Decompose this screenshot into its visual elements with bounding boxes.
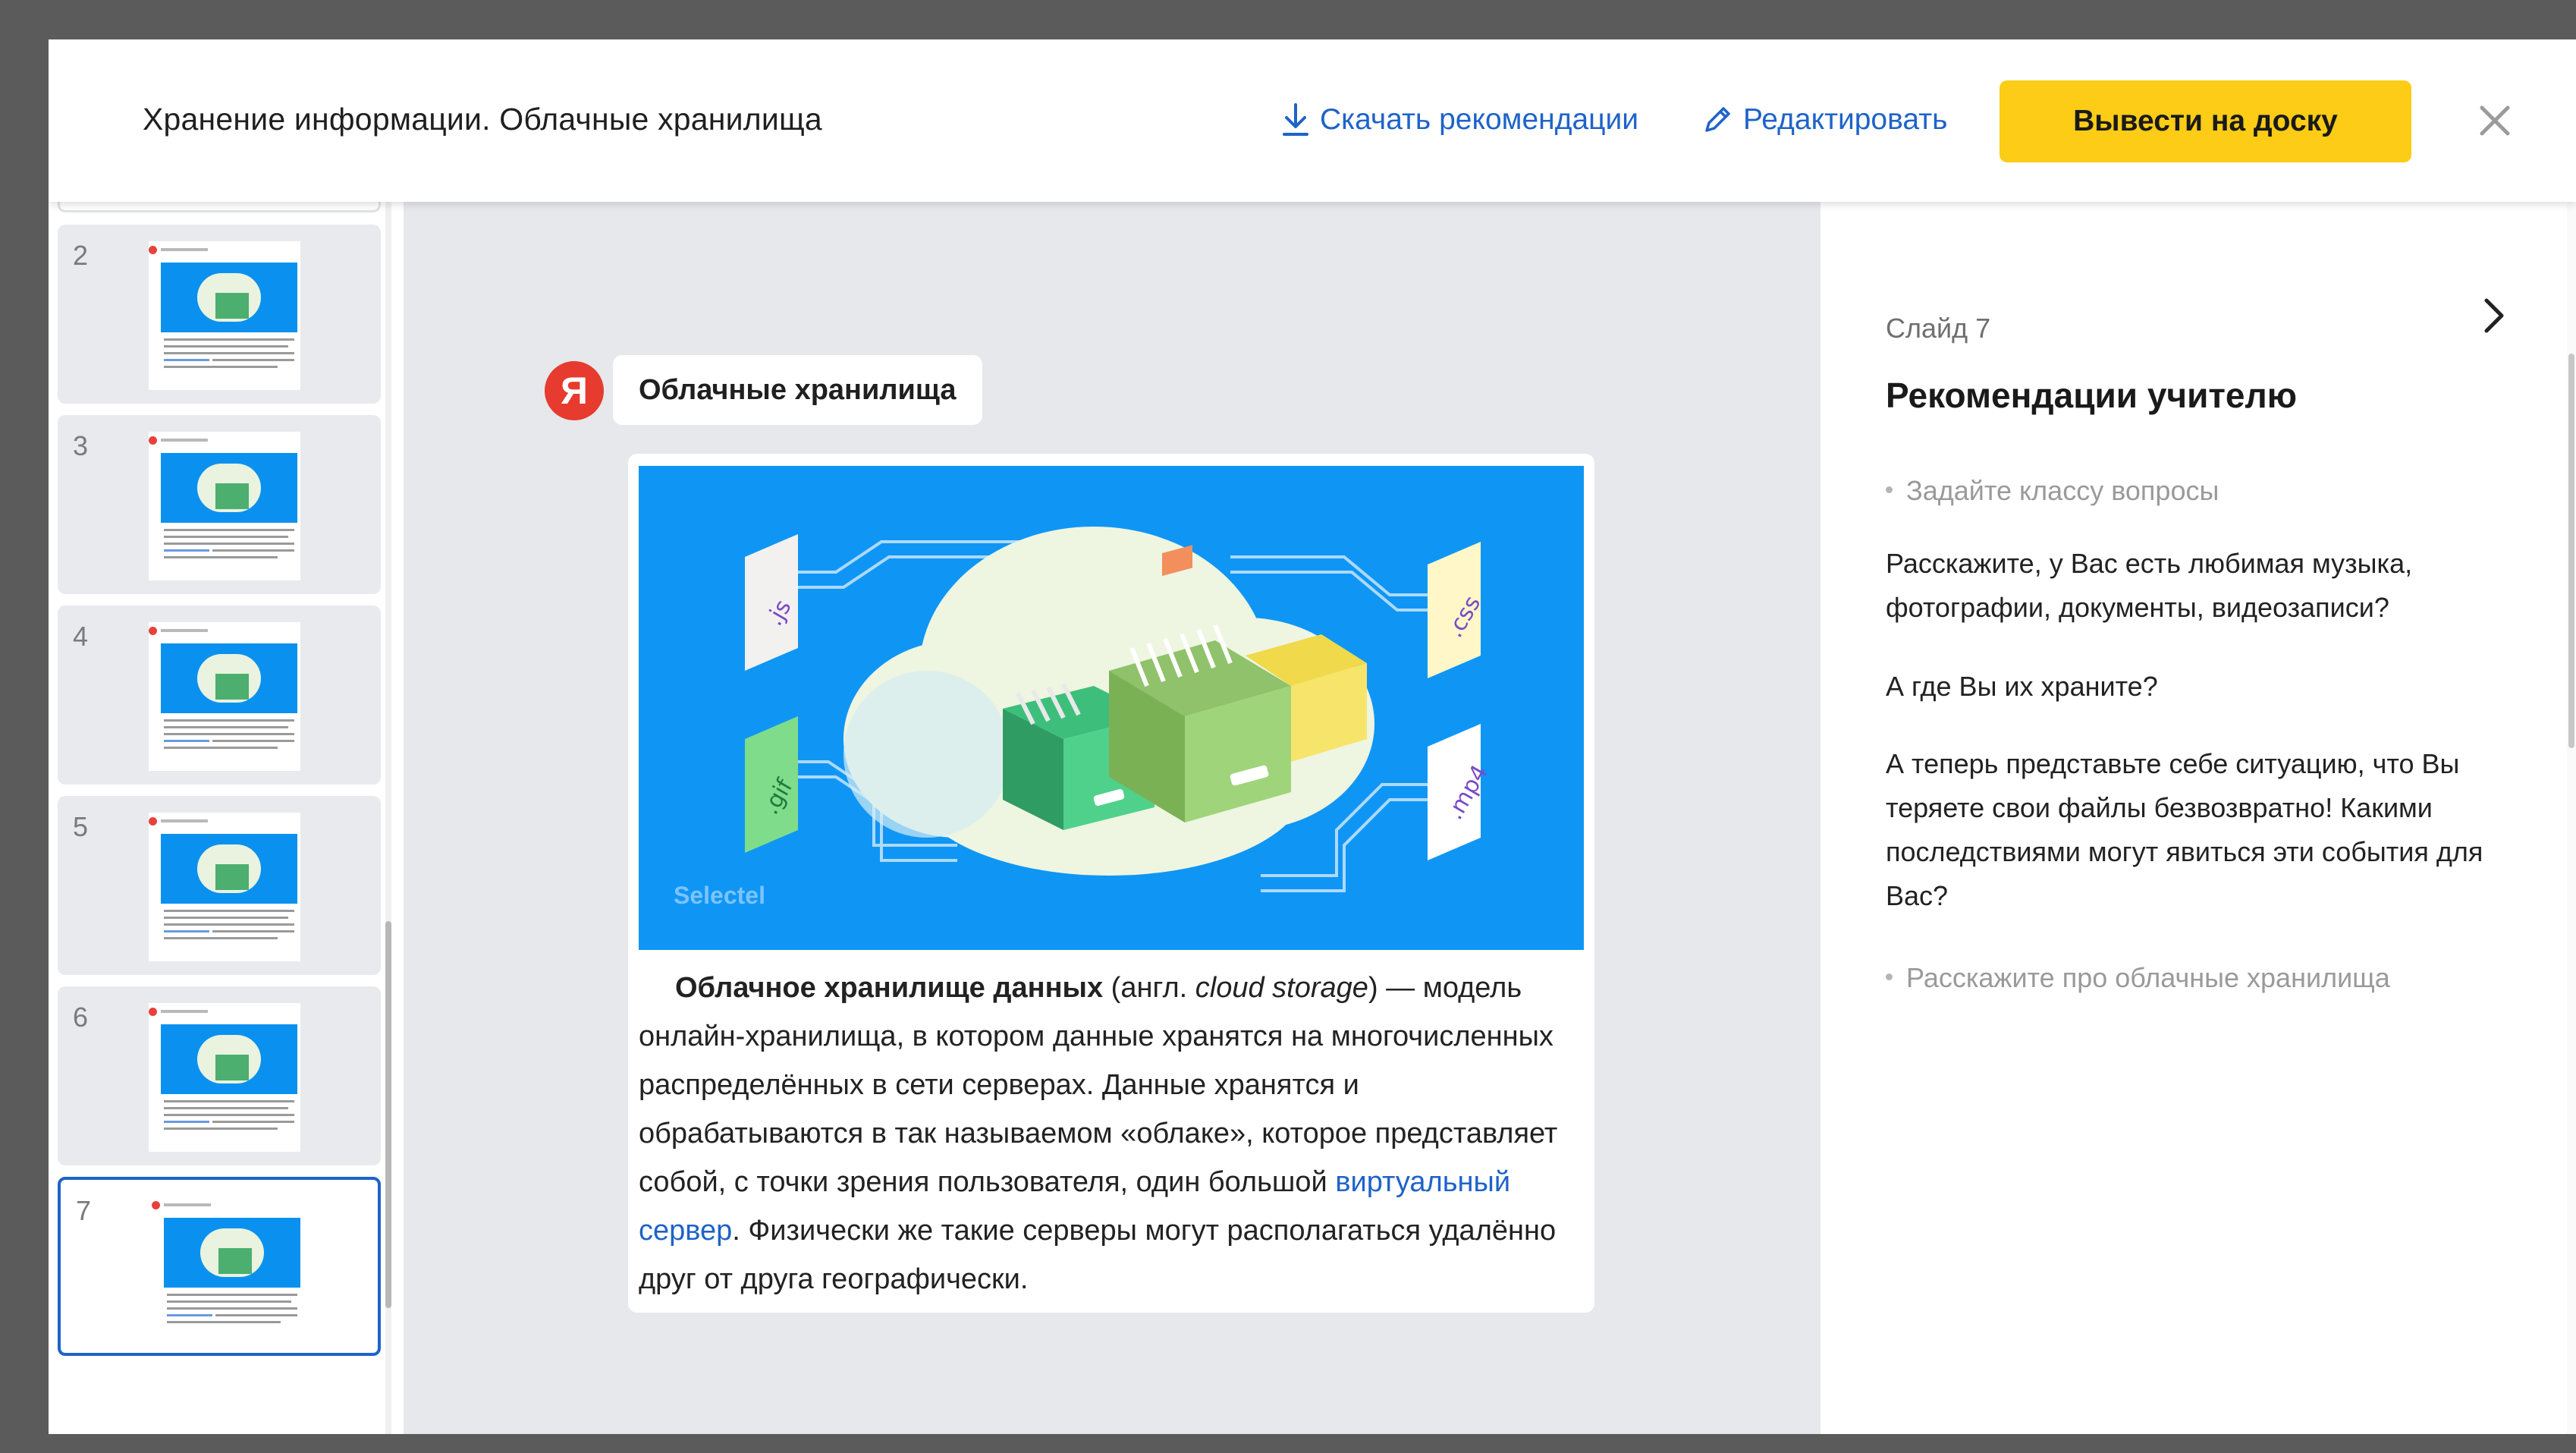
lesson-title: Хранение информации. Облачные хранилища [143, 102, 822, 137]
thumbnail-preview [152, 1197, 303, 1345]
slide-card: .js .gif .css .mp4 Selectel Облачное хра… [628, 454, 1594, 1313]
recommendation-paragraph: А теперь представьте себе ситуацию, что … [1886, 748, 2483, 911]
download-label: Скачать рекомендации [1320, 103, 1639, 136]
download-icon [1283, 103, 1308, 136]
close-icon[interactable] [2473, 99, 2517, 143]
slide-view: Я Облачные хранилища .js .gif .css .mp4 … [404, 202, 1820, 1434]
recommendations-panel: Слайд 7 Рекомендации учителю Задайте кла… [1820, 202, 2576, 1434]
show-on-board-button[interactable]: Вывести на доску [2000, 80, 2411, 162]
thumbnail-preview [149, 241, 300, 390]
thumbnail-number: 6 [73, 1002, 89, 1033]
thumbnails-scrollbar[interactable] [385, 202, 391, 1434]
thumbnail-number: 5 [73, 811, 89, 842]
slide-thumbnail[interactable]: 5 [58, 796, 381, 975]
thumbnail-number: 4 [73, 621, 89, 652]
thumbnail-number: 2 [73, 240, 89, 271]
slide-thumbnail[interactable]: 4 [58, 605, 381, 785]
chevron-right-icon[interactable] [2479, 293, 2509, 338]
recommendation-bullet: Задайте классу вопросы [1886, 475, 2219, 507]
slide-thumbnail-active[interactable]: 7 [58, 1177, 381, 1356]
recommendations-scrollbar[interactable] [2567, 202, 2576, 1434]
modal-header: Хранение информации. Облачные хранилища … [49, 39, 2576, 202]
yandex-logo: Я [545, 361, 604, 420]
recommendations-title: Рекомендации учителю [1886, 376, 2298, 415]
edit-label: Редактировать [1743, 103, 1948, 136]
scrollbar-thumb[interactable] [2568, 354, 2574, 748]
thumbnail-preview [149, 1003, 300, 1152]
download-recommendations-link[interactable]: Скачать рекомендации [1282, 103, 1638, 137]
slide-thumbnails-panel: 2 3 4 5 6 7 [49, 202, 391, 1434]
slide-body-text: Облачное хранилище данных (англ. cloud s… [639, 964, 1584, 1304]
edit-link[interactable]: Редактировать [1702, 103, 1947, 137]
thumbnail-preview [149, 432, 300, 580]
recommendation-paragraph: А где Вы их храните? [1886, 671, 2158, 702]
slide-thumbnail[interactable]: 3 [58, 415, 381, 594]
slide-thumbnail[interactable]: 2 [58, 225, 381, 404]
definition-part-a: ) — модель онлайн-хранилища, в котором д… [639, 972, 1558, 1198]
thumbnail-preview [149, 813, 300, 961]
slide-thumbnail[interactable]: 6 [58, 986, 381, 1165]
pencil-icon [1705, 107, 1730, 132]
term-english: cloud storage [1195, 972, 1368, 1004]
thumbnail-preview [149, 622, 300, 771]
definition-part-b: . Физически же такие серверы могут распо… [639, 1215, 1557, 1295]
scrollbar-thumb[interactable] [385, 921, 391, 1308]
recommendation-paragraph: Расскажите, у Вас есть любимая музыка, ф… [1886, 548, 2413, 623]
thumbnail-partial[interactable] [58, 202, 381, 212]
bullet-text: Расскажите про облачные хранилища [1906, 962, 2390, 993]
image-watermark: Selectel [674, 882, 765, 909]
term-paren: (англ. [1103, 972, 1195, 1004]
recommendation-bullet: Расскажите про облачные хранилища [1886, 962, 2390, 994]
presentation-modal: Хранение информации. Облачные хранилища … [49, 39, 2576, 1434]
bullet-text: Задайте классу вопросы [1906, 475, 2219, 506]
slide-title: Облачные хранилища [613, 355, 982, 425]
term: Облачное хранилище данных [675, 972, 1104, 1004]
slide-number-label: Слайд 7 [1886, 313, 1991, 344]
cloud-storage-illustration: .js .gif .css .mp4 Selectel [639, 466, 1584, 950]
thumbnail-number: 3 [73, 430, 89, 461]
thumbnail-number: 7 [76, 1195, 92, 1226]
